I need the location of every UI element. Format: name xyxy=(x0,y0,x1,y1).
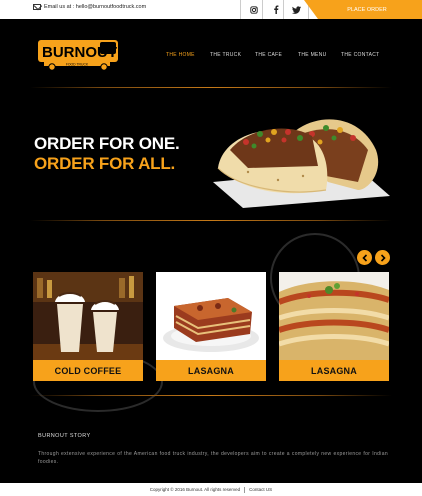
card-label: LASAGNA xyxy=(156,360,266,381)
nav-home[interactable]: THE HOME xyxy=(166,52,195,58)
card-label: COLD COFFEE xyxy=(33,360,143,381)
facebook-icon xyxy=(273,5,278,14)
contact-link[interactable]: Contact US xyxy=(249,487,272,492)
footer: Copyright © 2016 Burnout. All rights res… xyxy=(0,483,422,496)
lasagna-image xyxy=(156,272,266,360)
slider-prev-button[interactable] xyxy=(357,250,372,265)
menu-card-cold-coffee[interactable]: COLD COFFEE xyxy=(33,272,143,381)
twitter-link[interactable] xyxy=(283,0,309,19)
email-contact[interactable]: Email us at : hello@burnoutfoodtruck.com xyxy=(33,4,146,10)
nav-menu[interactable]: THE MENU xyxy=(298,52,327,58)
place-order-button[interactable]: PLACE ORDER xyxy=(304,0,422,19)
svg-text:BURNOUT: BURNOUT xyxy=(42,44,117,61)
svg-text:FOOD TRUCK: FOOD TRUCK xyxy=(66,62,89,66)
email-label: Email us at : hello@burnoutfoodtruck.com xyxy=(44,4,147,10)
instagram-icon xyxy=(249,5,258,14)
divider xyxy=(30,395,392,396)
menu-card-lasagna[interactable]: LASAGNA xyxy=(156,272,266,381)
story-title: BURNOUT STORY xyxy=(38,433,91,439)
divider xyxy=(30,87,392,88)
slider-next-button[interactable] xyxy=(375,250,390,265)
hero-headline-2: ORDER FOR ALL. xyxy=(34,154,176,173)
hero-headline-1: ORDER FOR ONE. xyxy=(34,134,180,153)
footer-separator xyxy=(244,486,246,493)
tacos-image xyxy=(213,119,390,208)
burnout-logo[interactable]: BURNOUT FOOD TRUCK xyxy=(36,37,120,71)
menu-card-lasagna[interactable]: LASAGNA xyxy=(279,272,389,381)
top-bar: Email us at : hello@burnoutfoodtruck.com… xyxy=(0,0,422,19)
copyright-text: Copyright © 2016 Burnout. All rights res… xyxy=(149,487,241,492)
lasagna-image xyxy=(279,272,389,360)
divider xyxy=(30,220,392,221)
card-label: LASAGNA xyxy=(279,360,389,381)
envelope-icon xyxy=(33,4,41,10)
cold-coffee-image xyxy=(33,272,143,360)
nav-truck[interactable]: THE TRUCK xyxy=(210,52,241,58)
chevron-left-icon xyxy=(361,253,367,262)
nav-cafe[interactable]: THE CAFE xyxy=(255,52,282,58)
story-text: Through extensive experience of the Amer… xyxy=(38,451,388,465)
nav-contact[interactable]: THE CONTACT xyxy=(341,52,379,58)
chevron-right-icon xyxy=(380,253,386,262)
twitter-icon xyxy=(291,5,301,14)
